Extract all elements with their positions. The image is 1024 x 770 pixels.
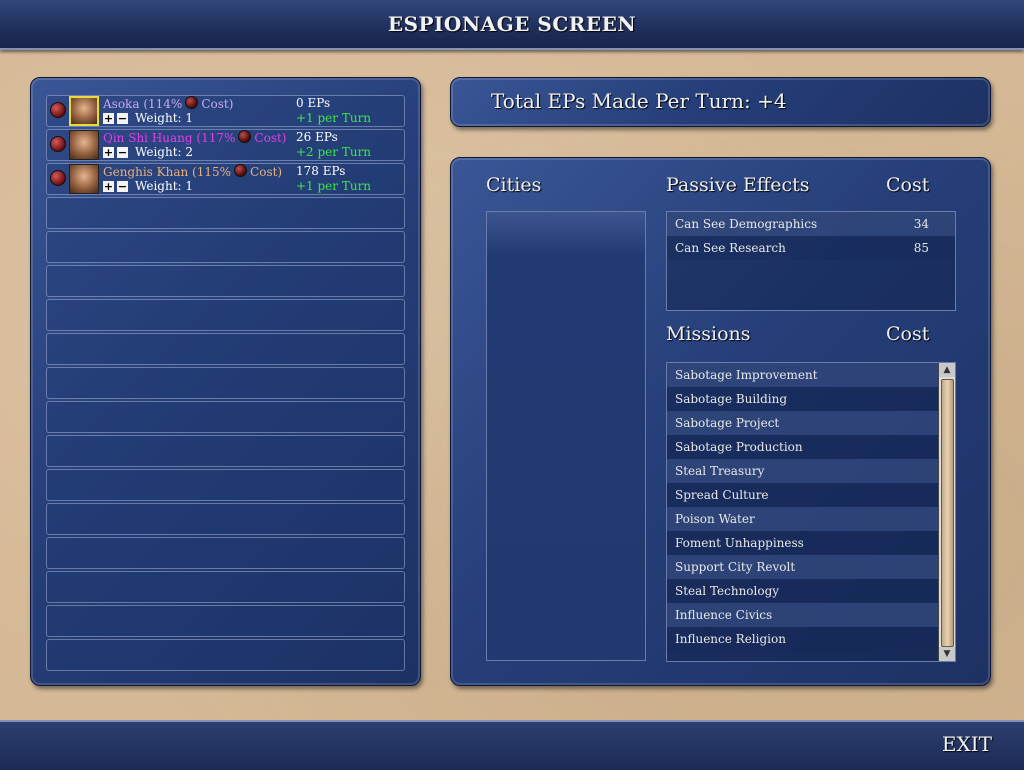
- empty-civ-row: [46, 197, 405, 229]
- scroll-up-arrow-icon[interactable]: ▲: [939, 363, 955, 377]
- missions-header: Missions: [666, 323, 751, 345]
- passive-effect-name: Can See Research: [675, 241, 786, 255]
- espionage-globe-icon[interactable]: [50, 170, 66, 186]
- empty-civ-row: [46, 639, 405, 671]
- civ-name: Genghis Khan (115% Cost): [103, 164, 282, 179]
- weight-label: Weight: 1: [135, 179, 194, 193]
- missions-cost-header: Cost: [886, 323, 930, 345]
- espionage-cost-icon: [185, 96, 199, 109]
- mission-item[interactable]: Sabotage Building: [667, 387, 939, 411]
- plus-icon[interactable]: +: [103, 112, 114, 124]
- empty-civ-row: [46, 435, 405, 467]
- total-eps-panel: Total EPs Made Per Turn: +4: [450, 77, 991, 127]
- screen-title: ESPIONAGE SCREEN: [387, 12, 637, 36]
- eps-per-turn: +1 per Turn: [296, 111, 372, 125]
- mission-item[interactable]: Steal Treasury: [667, 459, 939, 483]
- espionage-cost-icon: [234, 164, 248, 177]
- weight-controls: + − Weight: 2: [103, 145, 194, 159]
- espionage-globe-icon[interactable]: [50, 102, 66, 118]
- empty-civ-row: [46, 265, 405, 297]
- title-bar: ESPIONAGE SCREEN: [0, 0, 1024, 50]
- mission-item[interactable]: Influence Civics: [667, 603, 939, 627]
- empty-civ-row: [46, 503, 405, 535]
- passive-effect-item[interactable]: Can See Research 85: [667, 236, 955, 260]
- weight-controls: + − Weight: 1: [103, 111, 194, 125]
- leader-portrait[interactable]: [69, 96, 99, 126]
- weight-label: Weight: 1: [135, 111, 194, 125]
- plus-icon[interactable]: +: [103, 180, 114, 192]
- empty-civ-row: [46, 571, 405, 603]
- cities-header: Cities: [486, 174, 542, 196]
- weight-label: Weight: 2: [135, 145, 194, 159]
- espionage-main-panel: Cities Passive Effects Cost Can See Demo…: [450, 157, 991, 686]
- empty-civ-row: [46, 231, 405, 263]
- mission-item[interactable]: Steal Technology: [667, 579, 939, 603]
- empty-civ-row: [46, 401, 405, 433]
- espionage-cost-icon: [238, 130, 252, 143]
- empty-civ-row: [46, 299, 405, 331]
- mission-item[interactable]: Sabotage Improvement: [667, 363, 939, 387]
- eps-value: 0 EPs: [296, 96, 331, 110]
- eps-value: 26 EPs: [296, 130, 338, 144]
- empty-civ-row: [46, 537, 405, 569]
- passive-effect-name: Can See Demographics: [675, 217, 818, 231]
- civ-row[interactable]: Genghis Khan (115% Cost) + − Weight: 1 178 EP…: [46, 163, 405, 195]
- passive-effects-header: Passive Effects: [666, 174, 810, 196]
- cost-percent: (117%: [196, 131, 236, 145]
- empty-civ-row: [46, 469, 405, 501]
- civ-row[interactable]: Asoka (114% Cost) + − Weight: 1 0 EPs +1 per T…: [46, 95, 405, 127]
- scrollbar-thumb[interactable]: [941, 379, 954, 647]
- mission-item[interactable]: Influence Religion: [667, 627, 939, 651]
- cities-list[interactable]: [486, 211, 646, 661]
- total-eps-label: Total EPs Made Per Turn: +4: [491, 89, 787, 113]
- civ-row[interactable]: Qin Shi Huang (117% Cost) + − Weight: 2 26 EP…: [46, 129, 405, 161]
- passive-cost-header: Cost: [886, 174, 930, 196]
- minus-icon[interactable]: −: [117, 112, 128, 124]
- espionage-globe-icon[interactable]: [50, 136, 66, 152]
- empty-civ-row: [46, 367, 405, 399]
- mission-item[interactable]: Support City Revolt: [667, 555, 939, 579]
- cost-percent: (115%: [192, 165, 232, 179]
- plus-icon[interactable]: +: [103, 146, 114, 158]
- scroll-down-arrow-icon[interactable]: ▼: [939, 647, 955, 661]
- mission-item[interactable]: Spread Culture: [667, 483, 939, 507]
- civ-name: Qin Shi Huang (117% Cost): [103, 130, 286, 145]
- cost-suffix: Cost): [254, 131, 287, 145]
- minus-icon[interactable]: −: [117, 146, 128, 158]
- minus-icon[interactable]: −: [117, 180, 128, 192]
- leader-name: Genghis Khan: [103, 165, 189, 179]
- mission-item[interactable]: Sabotage Project: [667, 411, 939, 435]
- civ-name: Asoka (114% Cost): [103, 96, 233, 111]
- mission-item[interactable]: Poison Water: [667, 507, 939, 531]
- passive-effects-list: Can See Demographics 34 Can See Research 85: [666, 211, 956, 311]
- exit-button[interactable]: EXIT: [942, 732, 992, 756]
- empty-civ-row: [46, 605, 405, 637]
- cost-suffix: Cost): [201, 97, 234, 111]
- empty-civ-row: [46, 333, 405, 365]
- leader-portrait[interactable]: [69, 164, 99, 194]
- eps-per-turn: +2 per Turn: [296, 145, 372, 159]
- bottom-bar: EXIT: [0, 720, 1024, 770]
- passive-effect-item[interactable]: Can See Demographics 34: [667, 212, 955, 236]
- weight-controls: + − Weight: 1: [103, 179, 194, 193]
- missions-scrollbar[interactable]: ▲ ▼: [938, 363, 955, 661]
- leader-name: Asoka: [103, 97, 140, 111]
- passive-effect-cost: 85: [913, 241, 929, 255]
- passive-effect-cost: 34: [913, 217, 929, 231]
- leader-name: Qin Shi Huang: [103, 131, 193, 145]
- leader-portrait[interactable]: [69, 130, 99, 160]
- eps-per-turn: +1 per Turn: [296, 179, 372, 193]
- cost-suffix: Cost): [250, 165, 283, 179]
- mission-item[interactable]: Sabotage Production: [667, 435, 939, 459]
- civilizations-panel: Asoka (114% Cost) + − Weight: 10 EPs +1 per T…: [30, 77, 421, 686]
- eps-value: 178 EPs: [296, 164, 346, 178]
- mission-item[interactable]: Foment Unhappiness: [667, 531, 939, 555]
- missions-list[interactable]: Sabotage Improvement Sabotage Building Sab…: [666, 362, 956, 662]
- cost-percent: (114%: [143, 97, 183, 111]
